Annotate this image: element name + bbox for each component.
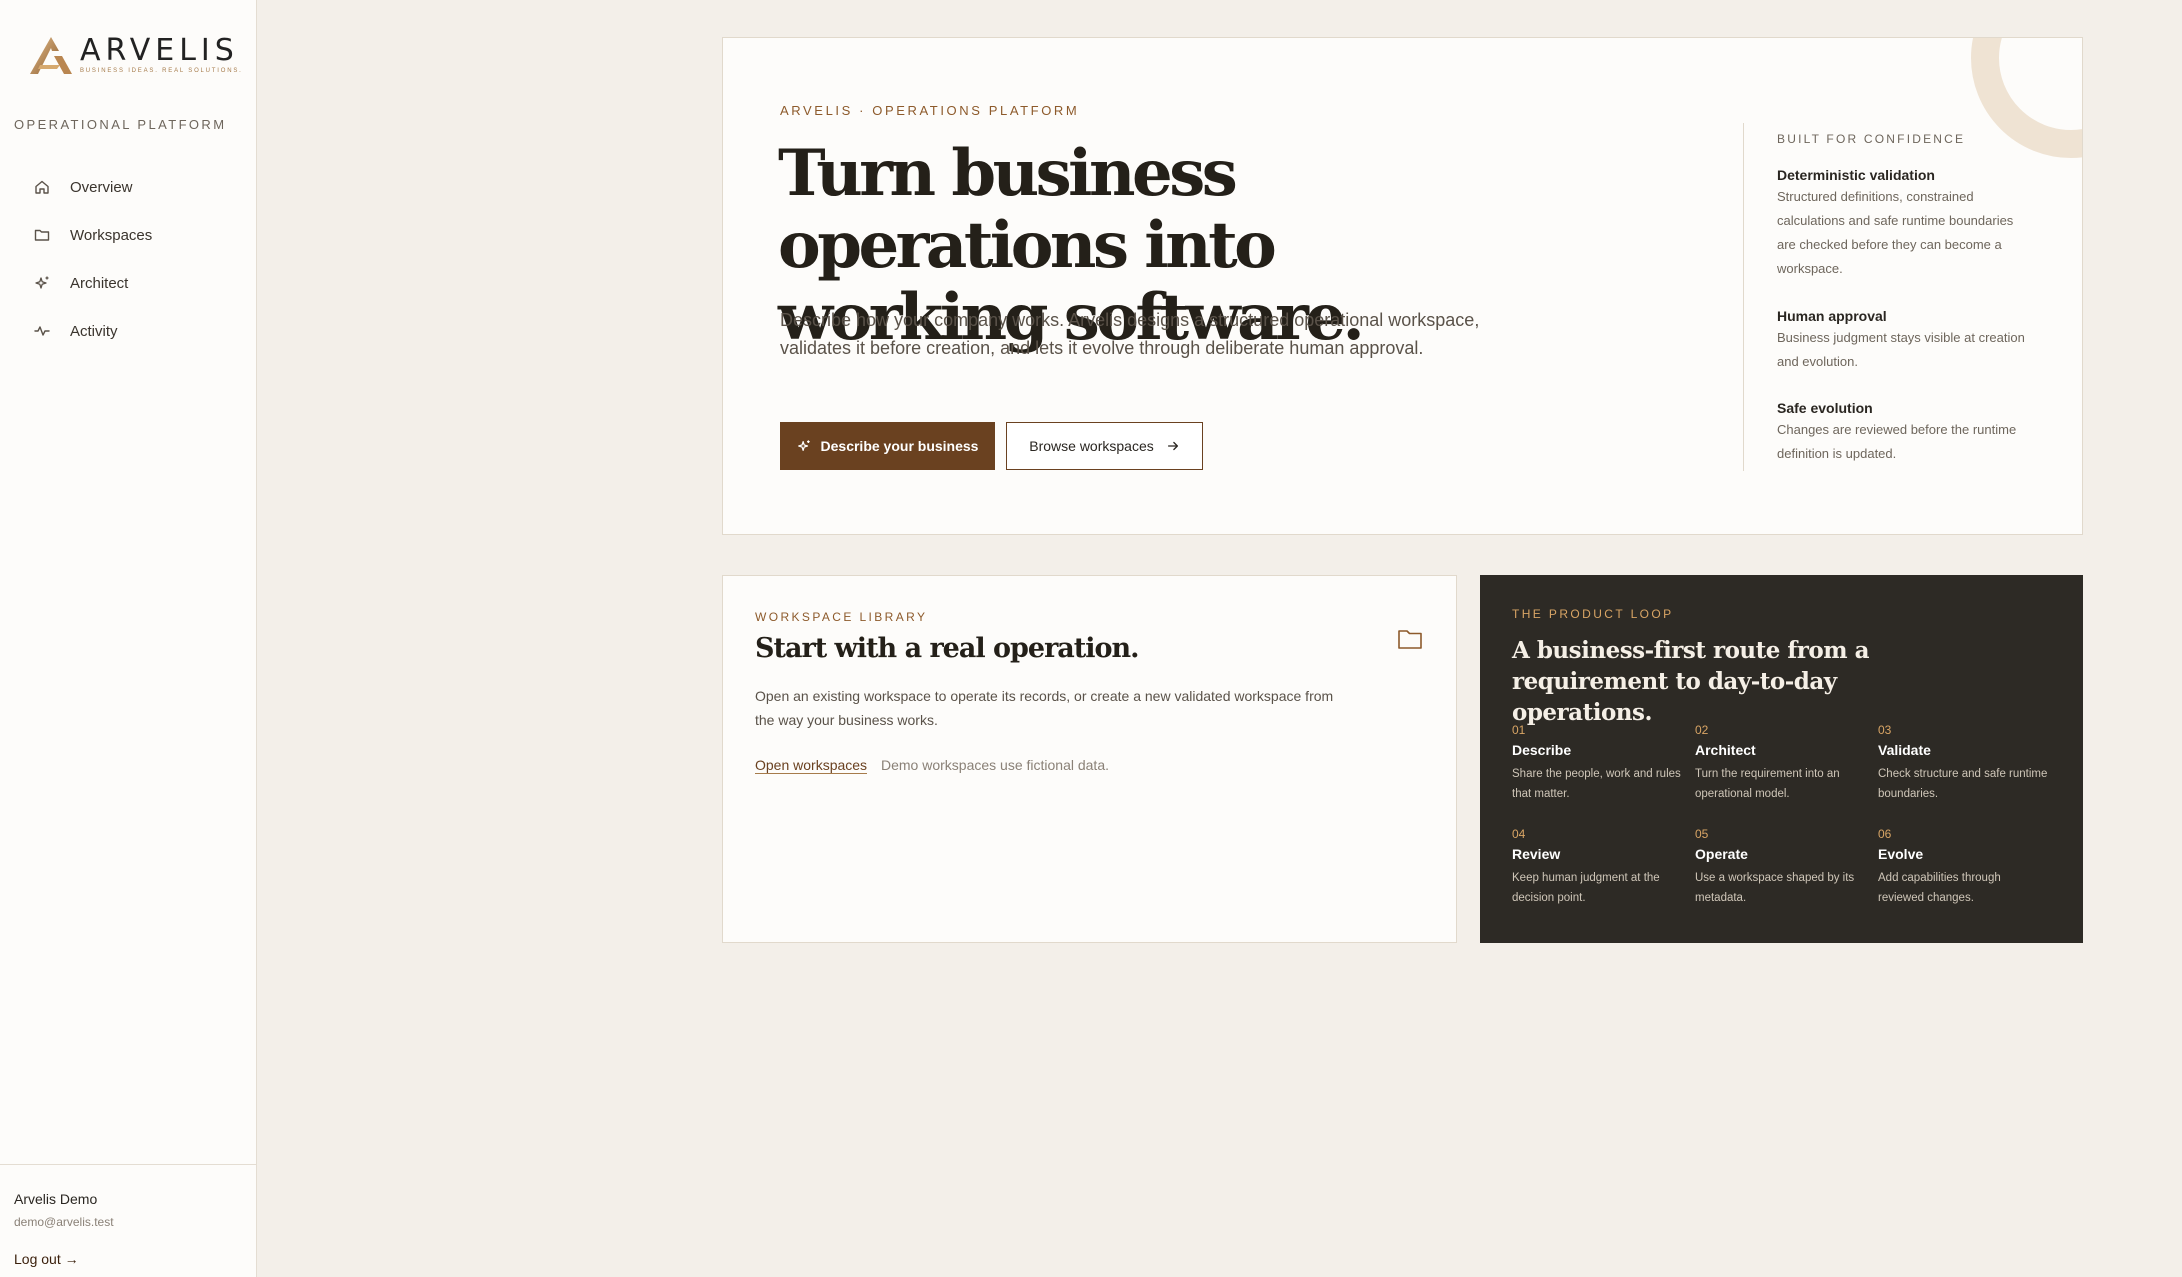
step-title: Architect — [1695, 742, 1756, 758]
loop-step: 03 Validate Check structure and safe run… — [1878, 723, 2048, 804]
logo-tagline: BUSINESS IDEAS. REAL SOLUTIONS. — [80, 68, 243, 74]
hero-card: ARVELIS · OPERATIONS PLATFORM Turn busin… — [722, 37, 2083, 535]
home-icon — [35, 180, 49, 194]
product-loop-card: THE PRODUCT LOOP A business-first route … — [1480, 575, 2083, 943]
loop-step: 02 Architect Turn the requirement into a… — [1695, 723, 1865, 804]
confidence-item: Safe evolution Changes are reviewed befo… — [1777, 400, 2027, 466]
logo-mark-icon — [30, 37, 72, 74]
brand-logo[interactable]: ARVELIS BUSINESS IDEAS. REAL SOLUTIONS. — [26, 34, 243, 76]
demo-data-note: Demo workspaces use fictional data. — [881, 757, 1109, 773]
logout-link[interactable]: Log out → — [14, 1251, 79, 1267]
loop-step: 05 Operate Use a workspace shaped by its… — [1695, 827, 1865, 908]
loop-step: 06 Evolve Add capabilities through revie… — [1878, 827, 2048, 908]
step-number: 04 — [1512, 827, 1526, 841]
step-text: Check structure and safe runtime boundar… — [1878, 768, 2048, 800]
confidence-item-text: Structured definitions, constrained calc… — [1777, 189, 2014, 276]
step-number: 06 — [1878, 827, 1892, 841]
confidence-panel: BUILT FOR CONFIDENCE Deterministic valid… — [1743, 123, 2073, 471]
step-number: 02 — [1695, 723, 1709, 737]
sidebar-item-label: Architect — [70, 274, 129, 292]
activity-icon — [34, 326, 50, 336]
sidebar: ARVELIS BUSINESS IDEAS. REAL SOLUTIONS. … — [0, 0, 257, 1277]
describe-business-button[interactable]: Describe your business — [780, 422, 995, 470]
workspace-library-card: WORKSPACE LIBRARY Start with a real oper… — [722, 575, 1457, 943]
step-number: 05 — [1695, 827, 1709, 841]
step-text: Turn the requirement into an operational… — [1695, 768, 1840, 800]
sidebar-item-architect[interactable]: Architect — [0, 259, 256, 307]
button-label: Browse workspaces — [1029, 438, 1154, 454]
step-title: Evolve — [1878, 846, 1924, 862]
loop-step: 04 Review Keep human judgment at the dec… — [1512, 827, 1682, 908]
sidebar-item-workspaces[interactable]: Workspaces — [0, 211, 256, 259]
step-text: Add capabilities through reviewed change… — [1878, 872, 2001, 904]
step-title: Describe — [1512, 742, 1572, 758]
hero-description: Describe how your company works. Arvelis… — [780, 310, 1480, 358]
user-email: demo@arvelis.test — [14, 1215, 114, 1229]
library-title: Start with a real operation. — [755, 633, 1140, 664]
sidebar-item-label: Overview — [70, 178, 133, 196]
step-text: Share the people, work and rules that ma… — [1512, 768, 1681, 800]
step-text: Keep human judgment at the decision poin… — [1512, 872, 1660, 904]
sidebar-item-overview[interactable]: Overview — [0, 163, 256, 211]
logo-wordmark: ARVELIS — [80, 33, 239, 68]
confidence-eyebrow: BUILT FOR CONFIDENCE — [1777, 132, 1966, 146]
confidence-item-title: Safe evolution — [1777, 400, 1873, 416]
step-title: Operate — [1695, 846, 1748, 862]
arrow-right-icon — [1167, 441, 1178, 451]
sidebar-nav: Overview Workspaces Architect Activity — [0, 163, 256, 355]
step-title: Validate — [1878, 742, 1931, 758]
hero-eyebrow: ARVELIS · OPERATIONS PLATFORM — [780, 103, 1080, 118]
loop-eyebrow: THE PRODUCT LOOP — [1512, 607, 1674, 621]
confidence-item: Deterministic validation Structured defi… — [1777, 167, 2027, 281]
confidence-item-title: Deterministic validation — [1777, 167, 1935, 183]
button-label: Describe your business — [820, 438, 979, 454]
browse-workspaces-button[interactable]: Browse workspaces — [1006, 422, 1203, 470]
sidebar-item-label: Workspaces — [70, 226, 153, 244]
confidence-item: Human approval Business judgment stays v… — [1777, 308, 2027, 374]
confidence-item-text: Business judgment stays visible at creat… — [1777, 330, 2025, 369]
sidebar-item-activity[interactable]: Activity — [0, 307, 256, 355]
platform-label: OPERATIONAL PLATFORM — [14, 117, 227, 132]
sparkle-icon — [35, 276, 49, 289]
user-name: Arvelis Demo — [14, 1191, 98, 1207]
confidence-item-text: Changes are reviewed before the runtime … — [1777, 422, 2017, 461]
library-description: Open an existing workspace to operate it… — [755, 688, 1334, 728]
step-text: Use a workspace shaped by its metadata. — [1695, 872, 1855, 904]
loop-title: A business-first route from a requiremen… — [1512, 637, 1870, 726]
sidebar-item-label: Activity — [70, 322, 118, 340]
loop-step: 01 Describe Share the people, work and r… — [1512, 723, 1682, 804]
folder-icon — [1398, 630, 1422, 649]
step-number: 03 — [1878, 723, 1892, 737]
open-workspaces-link[interactable]: Open workspaces — [755, 757, 868, 774]
step-title: Review — [1512, 846, 1561, 862]
confidence-item-title: Human approval — [1777, 308, 1887, 324]
user-panel: Arvelis Demo demo@arvelis.test Log out → — [0, 1164, 256, 1277]
folder-icon — [34, 229, 50, 241]
sparkle-icon — [797, 440, 810, 451]
library-eyebrow: WORKSPACE LIBRARY — [755, 610, 928, 624]
step-number: 01 — [1512, 723, 1526, 737]
